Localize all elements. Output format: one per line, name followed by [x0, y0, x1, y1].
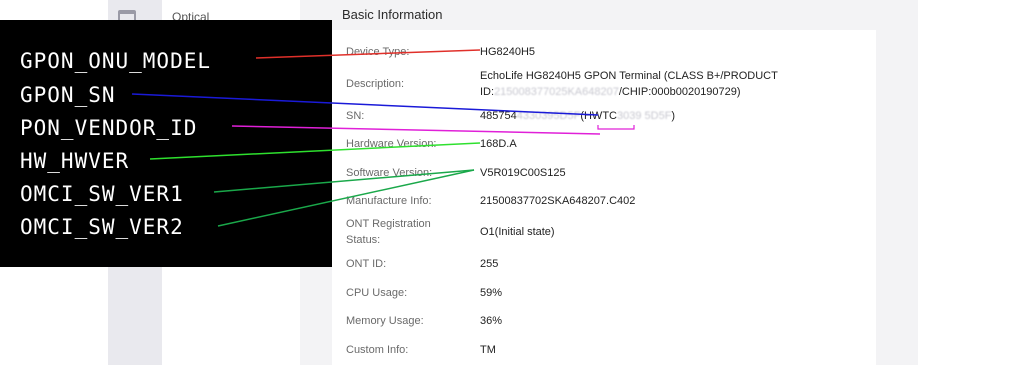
connector-omci-sw-ver2	[217, 169, 475, 227]
connector-gpon-sn	[131, 93, 599, 116]
connector-lines	[131, 49, 635, 227]
connector-hw-hwver	[149, 142, 481, 160]
connector-pon-vendor-id	[231, 125, 601, 135]
connector-omci-sw-ver1	[213, 169, 475, 193]
vendor-id-underline	[597, 125, 635, 130]
connector-gpon-onu-model	[255, 49, 481, 59]
